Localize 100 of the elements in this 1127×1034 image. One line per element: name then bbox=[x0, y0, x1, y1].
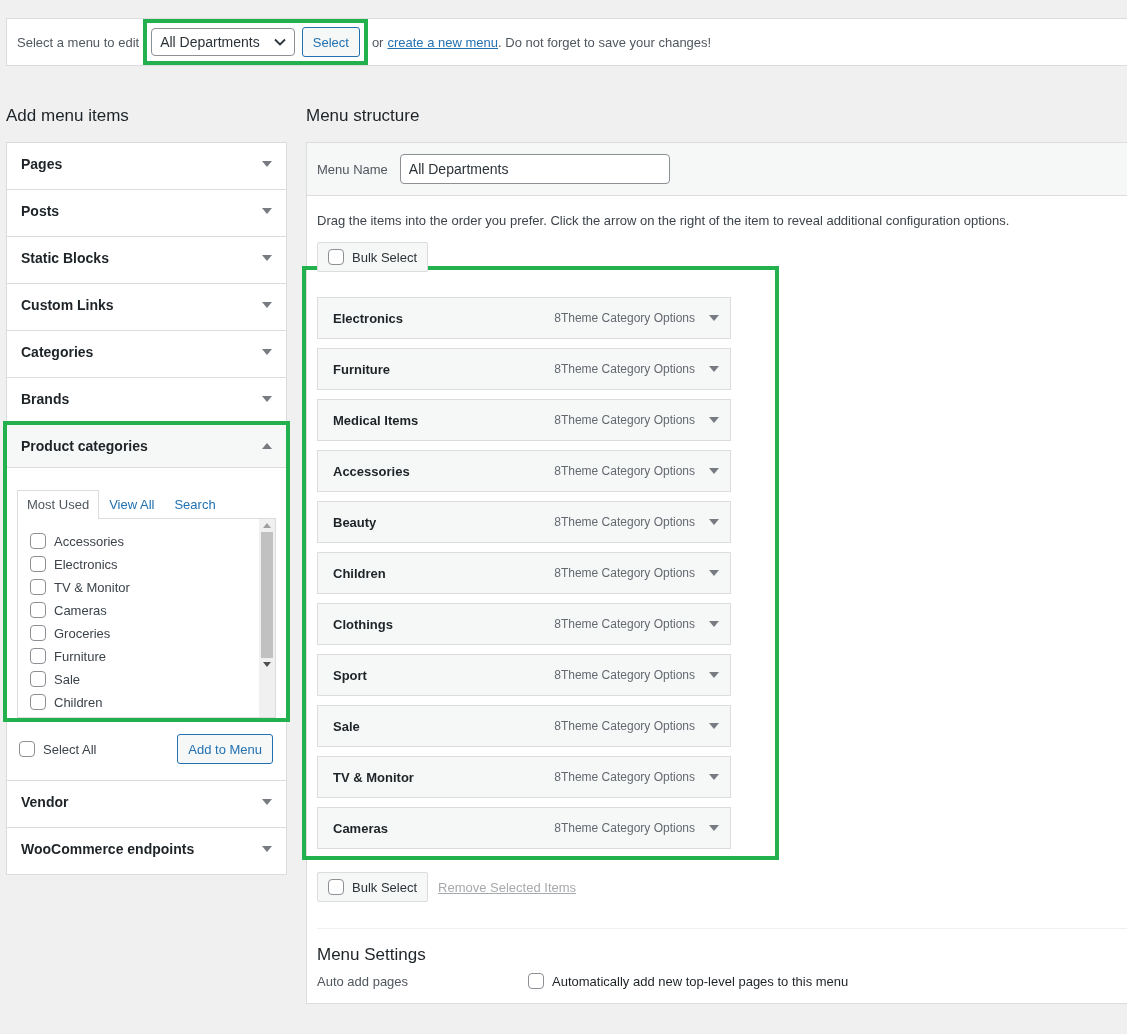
checkbox[interactable] bbox=[30, 671, 46, 687]
accordion-header[interactable]: Vendor bbox=[7, 781, 286, 823]
checkbox[interactable] bbox=[30, 694, 46, 710]
bulk-select-label: Bulk Select bbox=[352, 879, 418, 895]
menu-item-bar[interactable]: Beauty 8Theme Category Options bbox=[317, 501, 731, 543]
caret-down-icon bbox=[262, 302, 272, 308]
caret-down-icon[interactable] bbox=[709, 519, 719, 525]
menu-item-title: Medical Items bbox=[333, 412, 420, 428]
caret-down-icon bbox=[262, 396, 272, 402]
category-label: Sale bbox=[54, 671, 81, 687]
menu-item-title: Cameras bbox=[333, 820, 389, 836]
tab[interactable]: Most Used bbox=[17, 490, 100, 519]
accordion-header[interactable]: Brands bbox=[7, 378, 286, 420]
accordion-header[interactable]: Posts bbox=[7, 190, 286, 232]
caret-down-icon bbox=[262, 255, 272, 261]
menu-item-type: 8Theme Category Options bbox=[554, 668, 695, 682]
checkbox[interactable] bbox=[30, 625, 46, 641]
menu-item-title: Furniture bbox=[333, 361, 392, 377]
menu-structure-heading: Menu structure bbox=[306, 106, 421, 126]
checkbox[interactable] bbox=[328, 249, 344, 265]
bulk-select-label: Bulk Select bbox=[352, 249, 418, 265]
accordion-header[interactable]: Categories bbox=[7, 331, 286, 373]
tab[interactable]: Search bbox=[164, 490, 226, 518]
menu-item-title: Accessories bbox=[333, 463, 411, 479]
caret-down-icon[interactable] bbox=[709, 723, 719, 729]
menu-item-bar[interactable]: Accessories 8Theme Category Options bbox=[317, 450, 731, 492]
auto-add-label: Auto add pages bbox=[317, 973, 410, 989]
menu-item-type: 8Theme Category Options bbox=[554, 770, 695, 784]
menu-item-type: 8Theme Category Options bbox=[554, 566, 695, 580]
save-reminder-text: . Do not forget to save your changes! bbox=[498, 34, 712, 50]
category-label: Furniture bbox=[54, 648, 107, 664]
accordion-header[interactable]: Pages bbox=[7, 143, 286, 185]
category-label: Cameras bbox=[54, 602, 107, 618]
accordion-header[interactable]: Product categories bbox=[7, 425, 286, 468]
auto-add-option-label: Automatically add new top-level pages to this menu bbox=[552, 973, 849, 989]
accordion-header[interactable]: Custom Links bbox=[7, 284, 286, 326]
menu-item-title: Electronics bbox=[333, 310, 405, 326]
checkbox[interactable] bbox=[30, 648, 46, 664]
menu-item-title: Sale bbox=[333, 718, 361, 734]
menu-item-type: 8Theme Category Options bbox=[554, 515, 695, 529]
caret-down-icon[interactable] bbox=[709, 672, 719, 678]
menu-item-bar[interactable]: Sport 8Theme Category Options bbox=[317, 654, 731, 696]
checkbox[interactable] bbox=[30, 556, 46, 572]
category-label: Groceries bbox=[54, 625, 111, 641]
accordion-header[interactable]: Static Blocks bbox=[7, 237, 286, 279]
caret-down-icon[interactable] bbox=[709, 417, 719, 423]
menu-dropdown[interactable]: All Departments bbox=[151, 28, 295, 56]
menu-item-type: 8Theme Category Options bbox=[554, 719, 695, 733]
caret-up-icon bbox=[262, 443, 272, 449]
menu-item-title: TV & Monitor bbox=[333, 769, 415, 785]
caret-down-icon[interactable] bbox=[709, 774, 719, 780]
bulk-select-button[interactable]: Bulk Select bbox=[317, 242, 429, 272]
menu-item-bar[interactable]: Clothings 8Theme Category Options bbox=[317, 603, 731, 645]
caret-down-icon bbox=[262, 208, 272, 214]
bulk-select-button[interactable]: Bulk Select bbox=[317, 872, 429, 902]
category-label: Children bbox=[54, 694, 103, 710]
menu-item-bar[interactable]: Sale 8Theme Category Options bbox=[317, 705, 731, 747]
menu-item-title: Children bbox=[333, 565, 387, 581]
accordion-header[interactable]: WooCommerce endpoints bbox=[7, 828, 286, 870]
category-label: Electronics bbox=[54, 556, 118, 572]
menu-item-bar[interactable]: Cameras 8Theme Category Options bbox=[317, 807, 731, 849]
caret-down-icon[interactable] bbox=[709, 825, 719, 831]
create-menu-link[interactable]: create a new menu bbox=[387, 34, 498, 50]
checkbox[interactable] bbox=[528, 973, 544, 989]
menu-name-label: Menu Name bbox=[317, 161, 388, 177]
checkbox[interactable] bbox=[328, 879, 344, 895]
menu-item-type: 8Theme Category Options bbox=[554, 311, 695, 325]
caret-down-icon[interactable] bbox=[709, 621, 719, 627]
caret-down-icon bbox=[262, 846, 272, 852]
caret-down-icon bbox=[262, 161, 272, 167]
menu-item-type: 8Theme Category Options bbox=[554, 617, 695, 631]
category-label: Accessories bbox=[54, 533, 125, 549]
caret-down-icon[interactable] bbox=[709, 315, 719, 321]
caret-down-icon[interactable] bbox=[709, 570, 719, 576]
caret-down-icon[interactable] bbox=[709, 468, 719, 474]
checkbox[interactable] bbox=[30, 533, 46, 549]
menu-item-type: 8Theme Category Options bbox=[554, 362, 695, 376]
checkbox[interactable] bbox=[19, 741, 35, 757]
instructions-text: Drag the items into the order you prefer. Click the arrow on the right of the item to reveal additional configuration options. bbox=[317, 213, 1011, 228]
caret-down-icon[interactable] bbox=[709, 366, 719, 372]
menu-item-bar[interactable]: TV & Monitor 8Theme Category Options bbox=[317, 756, 731, 798]
select-all-label: Select All bbox=[43, 741, 97, 757]
menu-item-type: 8Theme Category Options bbox=[554, 821, 695, 835]
checkbox[interactable] bbox=[30, 579, 46, 595]
menu-item-bar[interactable]: Furniture 8Theme Category Options bbox=[317, 348, 731, 390]
checkbox[interactable] bbox=[30, 602, 46, 618]
tab[interactable]: View All bbox=[99, 490, 165, 518]
chevron-down-icon bbox=[273, 38, 286, 46]
menu-name-field[interactable]: All Departments bbox=[399, 154, 670, 184]
menu-item-title: Clothings bbox=[333, 616, 394, 632]
menu-item-bar[interactable]: Electronics 8Theme Category Options bbox=[317, 297, 731, 339]
select-menu-prompt: Select a menu to edit bbox=[17, 34, 140, 50]
menu-item-bar[interactable]: Medical Items 8Theme Category Options bbox=[317, 399, 731, 441]
select-button[interactable]: Select bbox=[301, 27, 360, 57]
add-to-menu-button[interactable]: Add to Menu bbox=[177, 734, 273, 764]
menu-item-bar[interactable]: Children 8Theme Category Options bbox=[317, 552, 731, 594]
caret-down-icon bbox=[262, 349, 272, 355]
or-text: or bbox=[371, 34, 384, 50]
category-label: TV & Monitor bbox=[54, 579, 130, 595]
caret-down-icon bbox=[262, 799, 272, 805]
